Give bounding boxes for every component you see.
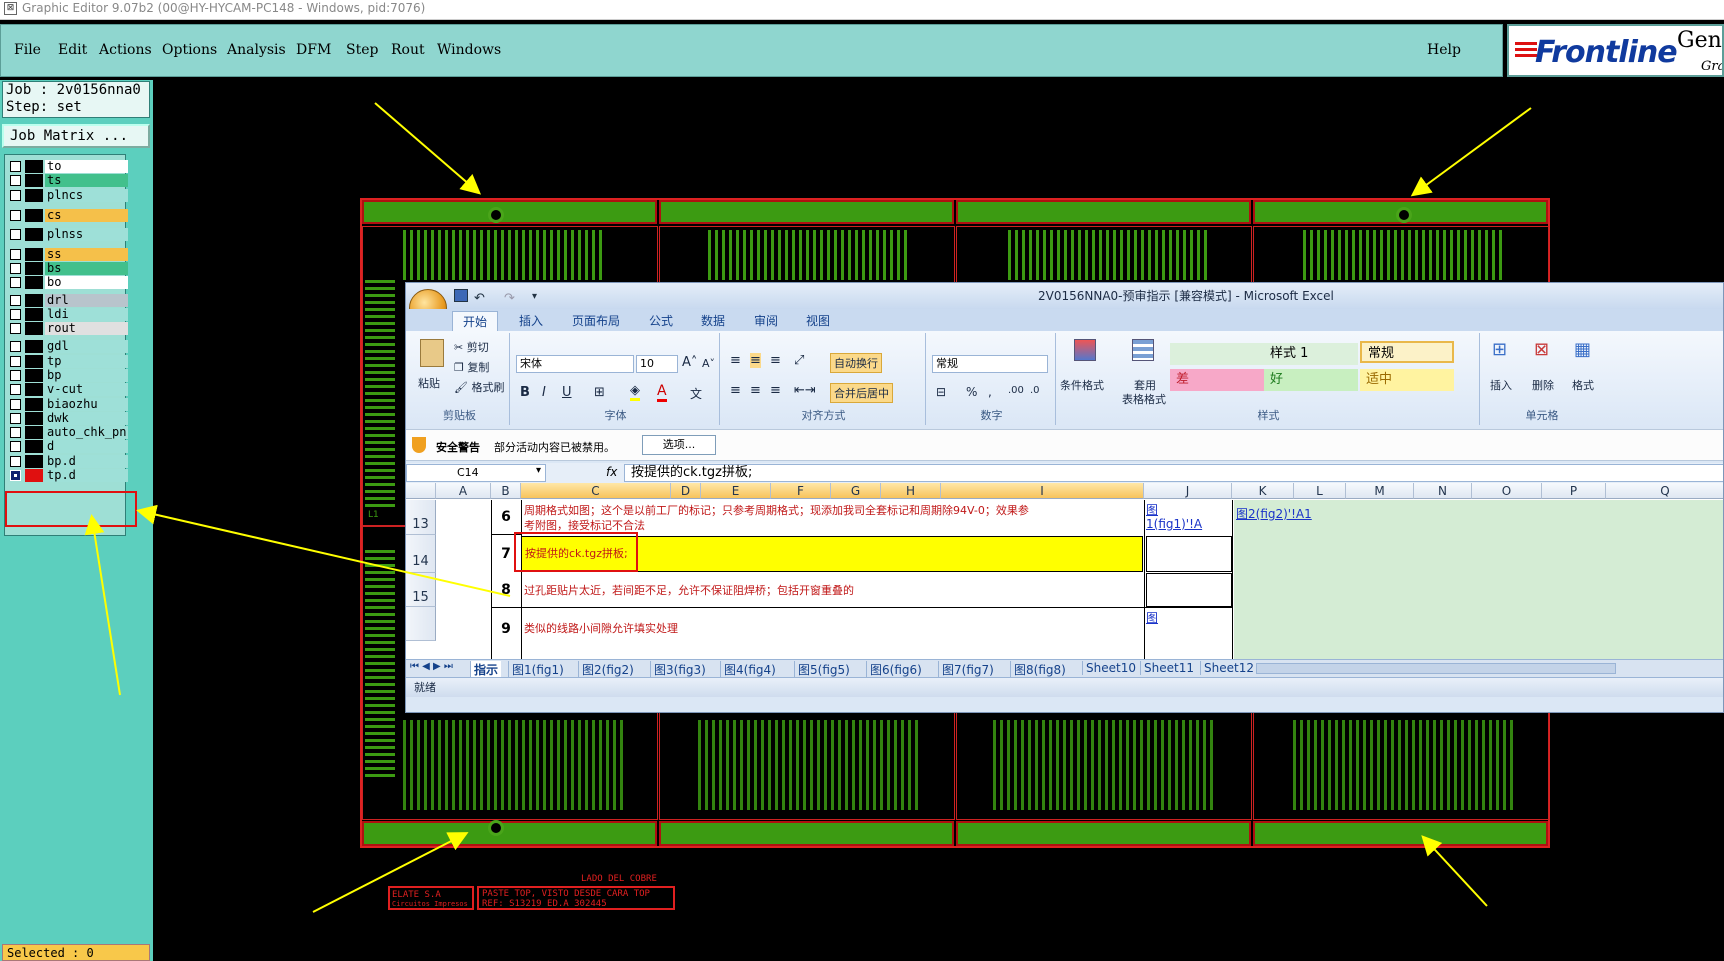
arrow xyxy=(136,504,511,597)
arrow xyxy=(1410,107,1532,197)
arrow xyxy=(84,514,121,696)
annotation-arrows xyxy=(84,102,1532,913)
arrow xyxy=(374,102,482,195)
arrow xyxy=(312,832,469,913)
arrow xyxy=(1421,835,1488,907)
